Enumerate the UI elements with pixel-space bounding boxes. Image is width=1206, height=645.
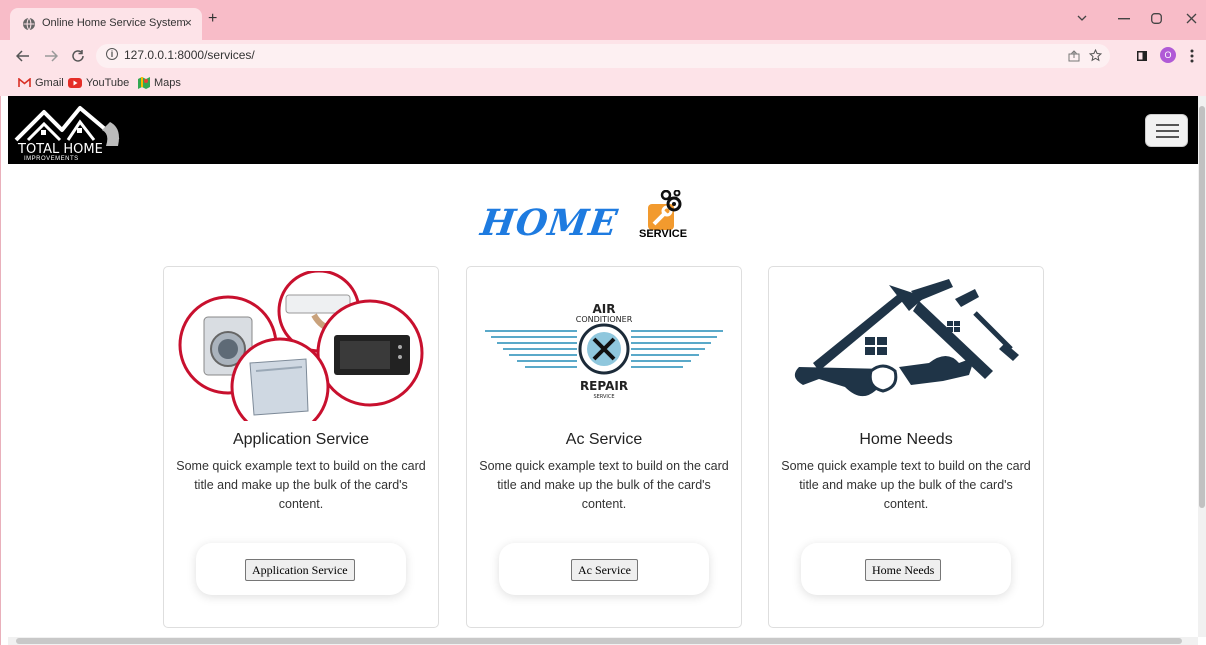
hamburger-line <box>1156 130 1179 132</box>
home-tools-image <box>794 279 1019 397</box>
home-service-brand: HOME SERVICE <box>478 182 721 248</box>
minimize-icon[interactable] <box>1118 18 1130 20</box>
forward-icon[interactable] <box>44 50 58 62</box>
horizontal-scrollbar-thumb[interactable] <box>16 638 1182 644</box>
youtube-icon <box>68 78 82 89</box>
bookmarks-bar: Gmail YouTube Maps <box>0 72 1206 96</box>
tab-search-icon[interactable] <box>1077 14 1087 22</box>
service-card-home-needs: Home Needs Some quick example text to bu… <box>768 266 1044 628</box>
card-text: Some quick example text to build on the … <box>781 459 1031 511</box>
navbar-toggle-button[interactable] <box>1145 114 1188 147</box>
bookmark-youtube[interactable]: YouTube <box>68 77 129 89</box>
card-button-container: Home Needs <box>801 543 1011 595</box>
logo-subtitle: IMPROVEMENTS <box>24 156 79 162</box>
home-needs-button[interactable]: Home Needs <box>865 559 942 581</box>
profile-avatar[interactable]: O <box>1160 47 1176 63</box>
browser-tab[interactable]: Online Home Service System × <box>10 8 202 40</box>
ac-logo-bottom-text: REPAIR <box>580 379 628 393</box>
browser-toolbar: i 127.0.0.1:8000/services/ <box>0 40 1206 72</box>
vertical-scrollbar-thumb[interactable] <box>1199 106 1205 508</box>
close-window-icon[interactable] <box>1186 13 1197 24</box>
bookmark-star-icon[interactable] <box>1089 49 1102 62</box>
service-card-ac: AIR CONDITIONER REPAIR SERVICE Ac Servic… <box>466 266 742 628</box>
site-logo[interactable]: TOTAL HOME IMPROVEMENTS <box>14 102 126 162</box>
address-bar[interactable]: i 127.0.0.1:8000/services/ <box>96 44 1110 68</box>
site-info-icon[interactable]: i <box>106 48 118 60</box>
tab-close-icon[interactable]: × <box>184 15 192 30</box>
application-service-button[interactable]: Application Service <box>245 559 355 581</box>
back-icon[interactable] <box>16 50 30 62</box>
share-icon[interactable] <box>1068 50 1080 62</box>
globe-icon <box>23 17 35 31</box>
service-card-application: Application Service Some quick example t… <box>163 266 439 628</box>
bookmark-gmail[interactable]: Gmail <box>18 77 64 89</box>
window-border <box>0 96 8 645</box>
card-text: Some quick example text to build on the … <box>479 459 729 511</box>
hamburger-line <box>1156 136 1179 138</box>
page-viewport: TOTAL HOME IMPROVEMENTS HOME SERVICE App… <box>8 96 1198 637</box>
bookmark-label: Maps <box>154 77 181 89</box>
bookmark-label: Gmail <box>35 77 64 89</box>
bookmark-maps[interactable]: Maps <box>138 77 181 90</box>
ac-service-button[interactable]: Ac Service <box>571 559 638 581</box>
maximize-icon[interactable] <box>1151 13 1162 24</box>
appliances-image <box>178 271 424 421</box>
card-button-container: Application Service <box>196 543 406 595</box>
reload-icon[interactable] <box>71 49 85 63</box>
tab-title: Online Home Service System <box>42 17 186 29</box>
ac-logo-top-text: AIR <box>593 302 616 316</box>
maps-icon <box>138 77 150 90</box>
bookmark-label: YouTube <box>86 77 130 89</box>
card-text: Some quick example text to build on the … <box>176 459 426 511</box>
new-tab-button[interactable]: + <box>208 11 217 27</box>
url-text: 127.0.0.1:8000/services/ <box>124 48 255 62</box>
ac-repair-image: AIR CONDITIONER REPAIR SERVICE <box>485 302 723 400</box>
hamburger-line <box>1156 124 1179 126</box>
card-title: Ac Service <box>565 431 643 448</box>
card-title: Home Needs <box>859 431 953 448</box>
ac-logo-bottom-sub-text: SERVICE <box>593 394 614 400</box>
side-panel-icon[interactable] <box>1136 50 1148 62</box>
ac-logo-sub-text: CONDITIONER <box>576 315 633 324</box>
card-title: Application Service <box>232 431 370 448</box>
gmail-icon <box>18 78 31 88</box>
card-button-container: Ac Service <box>499 543 709 595</box>
browser-tab-bar: Online Home Service System × + <box>0 0 1206 40</box>
logo-title: TOTAL HOME <box>18 142 103 157</box>
site-navbar: TOTAL HOME IMPROVEMENTS <box>8 96 1198 164</box>
brand-service-text: SERVICE <box>639 228 688 240</box>
house-roof-logo-icon <box>14 106 120 146</box>
brand-home-text: HOME <box>478 202 621 244</box>
menu-dots-icon[interactable] <box>1190 49 1194 63</box>
